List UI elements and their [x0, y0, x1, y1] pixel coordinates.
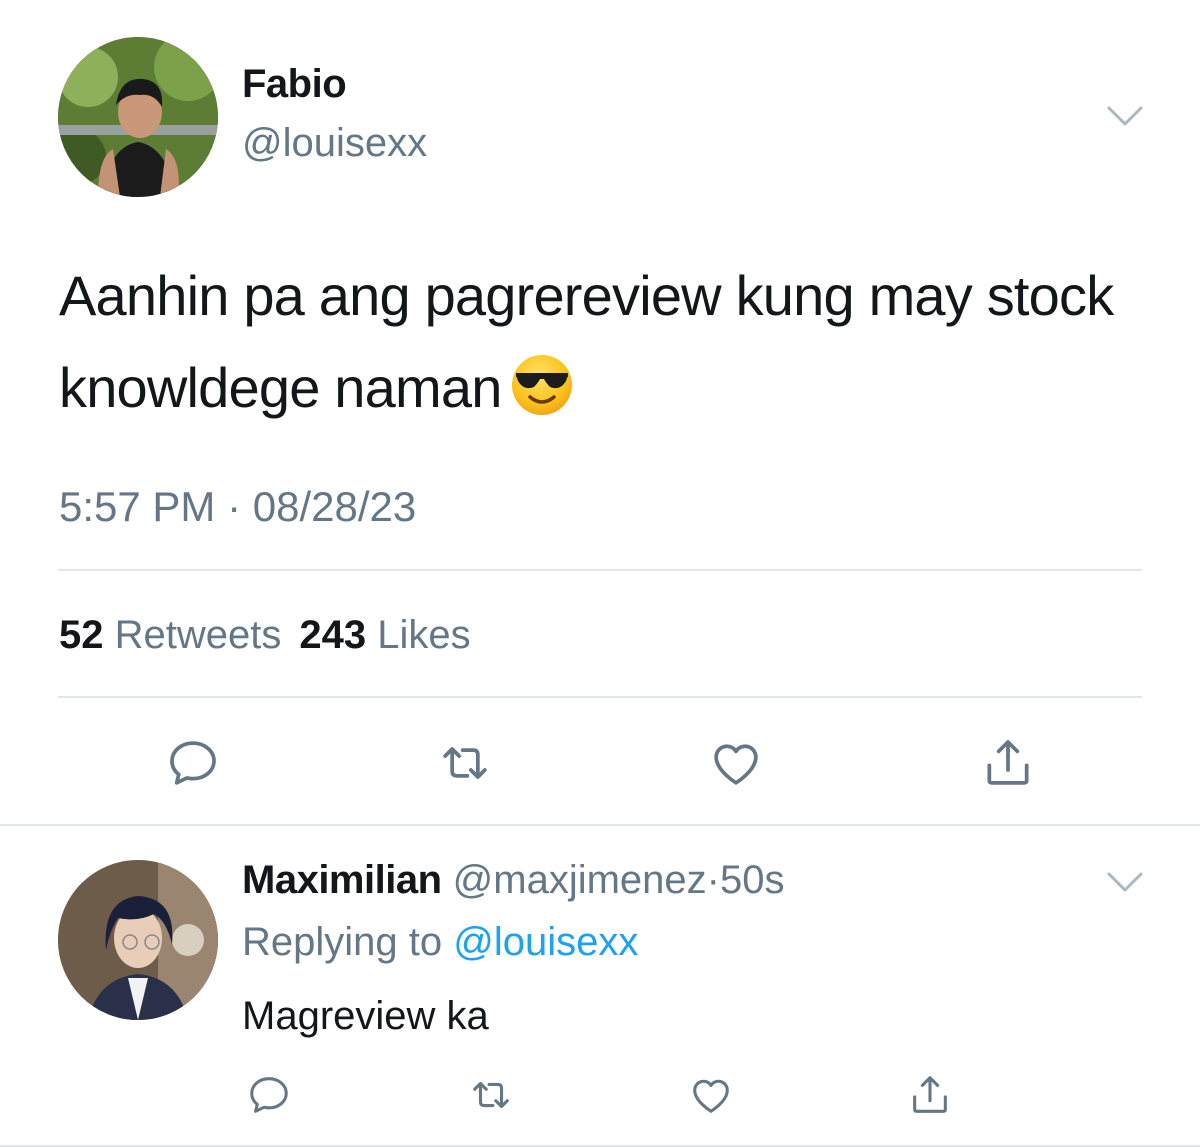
- tweet-text-content: Aanhin pa ang pagrereview kung may stock…: [59, 264, 1114, 419]
- retweet-icon[interactable]: [468, 1072, 514, 1118]
- sunglasses-emoji-icon: [510, 353, 574, 417]
- author-name[interactable]: Fabio: [242, 62, 347, 107]
- retweets-count: 52: [59, 613, 104, 657]
- reply-icon[interactable]: [165, 735, 221, 791]
- author-handle[interactable]: @louisexx: [242, 121, 427, 166]
- retweets-stat[interactable]: 52 Retweets: [59, 613, 281, 657]
- likes-stat[interactable]: 243 Likes: [299, 613, 470, 657]
- divider: [0, 824, 1200, 826]
- chevron-down-icon[interactable]: [1106, 104, 1144, 128]
- avatar-photo: [58, 37, 218, 197]
- reply-header: Maximilian @maxjimenez·50s: [242, 858, 784, 903]
- mention-link[interactable]: @louisexx: [453, 920, 638, 964]
- retweets-label: Retweets: [114, 613, 282, 657]
- reply-author-name[interactable]: Maximilian: [242, 858, 442, 902]
- like-icon[interactable]: [688, 1072, 734, 1118]
- reply-time[interactable]: 50s: [720, 858, 785, 902]
- separator-dot: ·: [706, 858, 720, 902]
- like-icon[interactable]: [708, 735, 764, 791]
- avatar-photo: [58, 860, 218, 1020]
- retweet-icon[interactable]: [437, 735, 493, 791]
- tweet-timestamp[interactable]: 5:57 PM · 08/28/23: [59, 483, 416, 531]
- reply-author-handle[interactable]: @maxjimenez: [453, 858, 707, 902]
- divider: [58, 569, 1142, 571]
- reply-author-avatar[interactable]: [58, 860, 218, 1020]
- reply-icon[interactable]: [246, 1072, 292, 1118]
- author-avatar[interactable]: [58, 37, 218, 197]
- share-icon[interactable]: [980, 735, 1036, 791]
- tweet-stats: 52 Retweets 243 Likes: [59, 613, 471, 658]
- chevron-down-icon[interactable]: [1106, 870, 1144, 894]
- divider: [58, 696, 1142, 698]
- tweet-text: Aanhin pa ang pagrereview kung may stock…: [59, 250, 1159, 434]
- reply-text: Magreview ka: [242, 994, 489, 1038]
- replying-to-prefix: Replying to: [242, 920, 443, 964]
- replying-to-line: Replying to @louisexx: [242, 920, 638, 965]
- likes-label: Likes: [377, 613, 471, 657]
- likes-count: 243: [299, 613, 367, 657]
- share-icon[interactable]: [907, 1072, 953, 1118]
